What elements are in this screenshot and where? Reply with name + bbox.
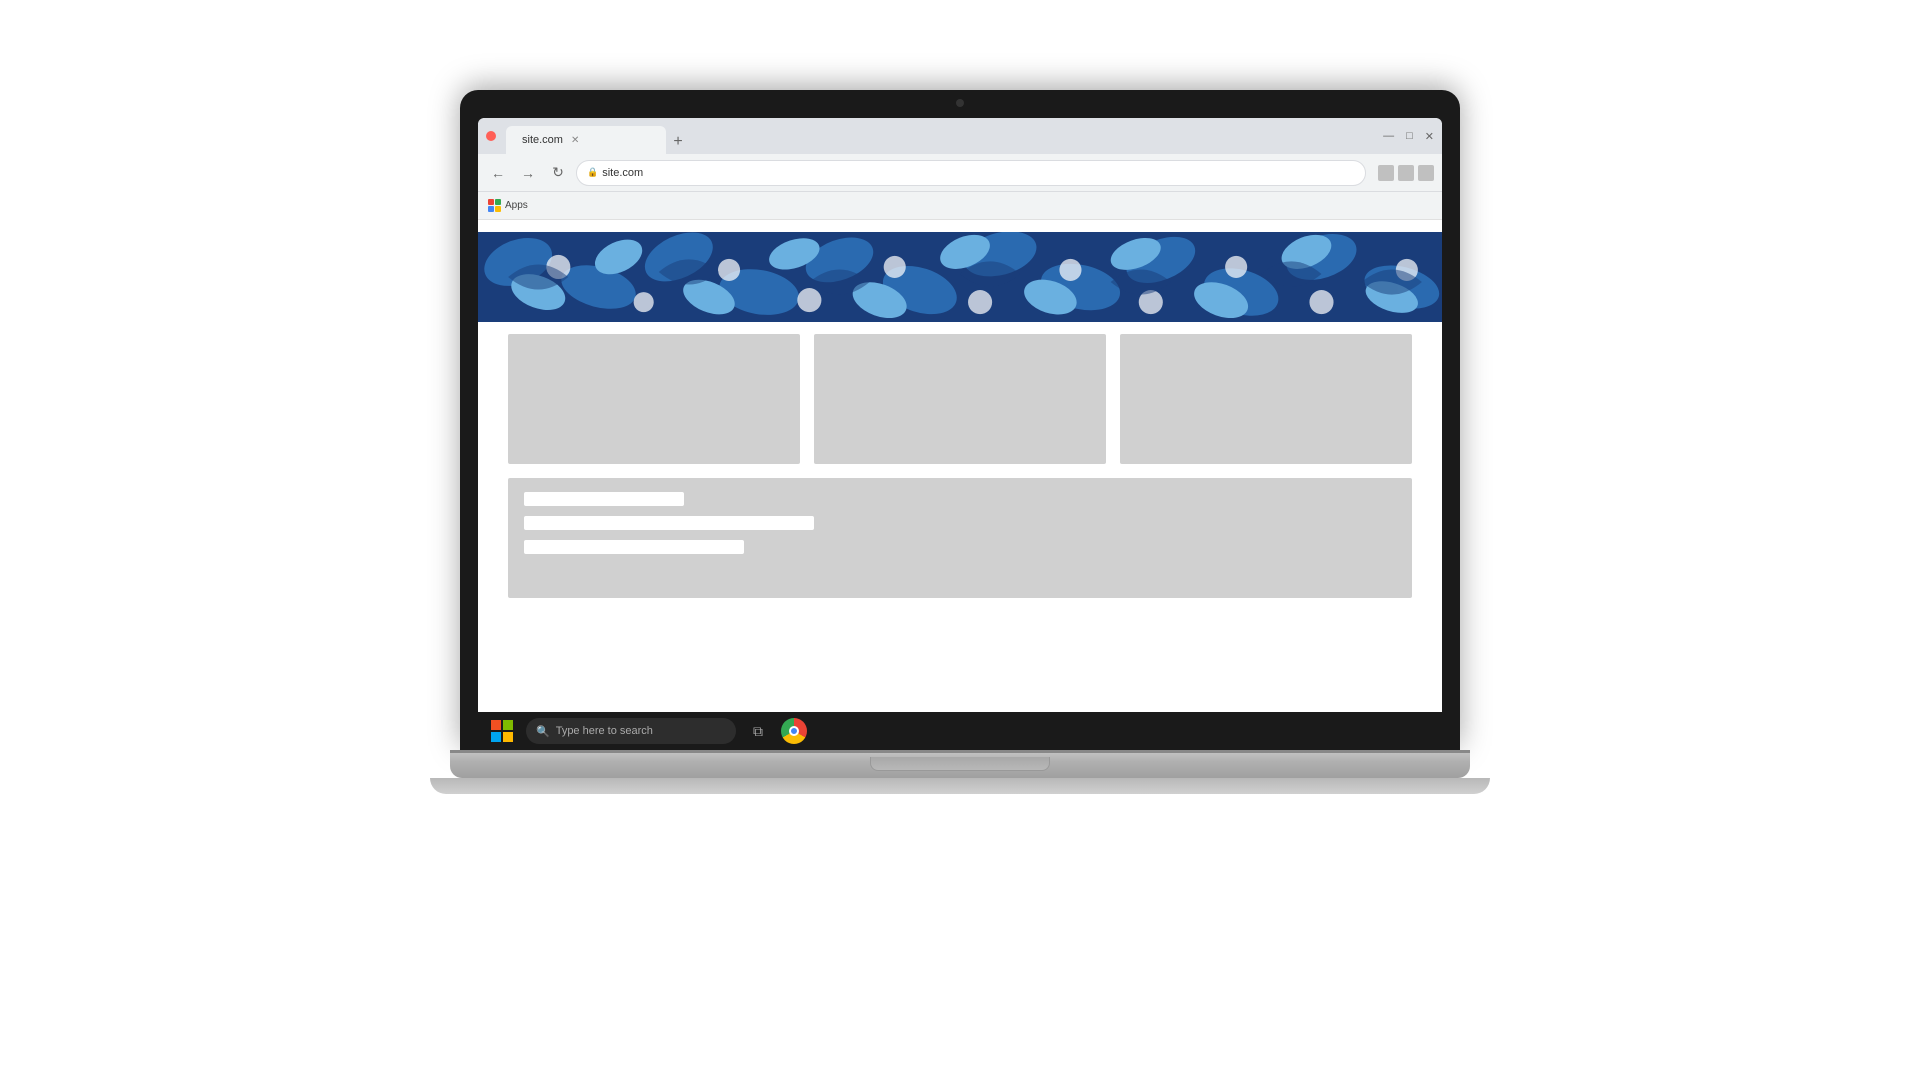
bookmarks-bar: Apps <box>478 192 1442 220</box>
win-logo-blue <box>491 732 501 742</box>
close-window-dot[interactable] <box>486 131 496 141</box>
maximize-button[interactable]: □ <box>1406 130 1413 142</box>
back-button[interactable]: ← <box>486 161 510 185</box>
new-tab-button[interactable]: + <box>666 130 690 154</box>
taskbar-search-placeholder: Type here to search <box>556 725 653 737</box>
win-logo-yellow <box>503 732 513 742</box>
hero-banner <box>478 232 1442 322</box>
close-button[interactable]: ✕ <box>1425 130 1434 143</box>
laptop-foot <box>430 778 1490 794</box>
apps-dot-red <box>488 199 494 205</box>
window-controls: — □ ✕ <box>1383 130 1434 143</box>
windows-logo <box>491 720 513 742</box>
win-logo-green <box>503 720 513 730</box>
address-bar[interactable]: 🔒 site.com <box>576 160 1366 186</box>
laptop-base <box>450 750 1470 778</box>
content-card-3 <box>1120 334 1412 464</box>
apps-grid-icon <box>488 199 501 212</box>
tab-bar: site.com ✕ + <box>506 118 1379 154</box>
apps-label: Apps <box>505 200 528 211</box>
content-grid <box>478 334 1442 464</box>
screen-bezel: site.com ✕ + — □ ✕ ← <box>478 118 1442 750</box>
text-line-2 <box>524 516 814 530</box>
chrome-icon-inner <box>789 726 799 736</box>
address-text: site.com <box>602 167 643 179</box>
laptop: site.com ✕ + — □ ✕ ← <box>410 90 1510 990</box>
extension-icon-1[interactable] <box>1378 165 1394 181</box>
windows-taskbar: 🔍 Type here to search ⧉ <box>478 712 1442 750</box>
taskbar-search-icon: 🔍 <box>536 725 550 738</box>
camera-dot <box>956 99 964 107</box>
chrome-taskbar-icon[interactable] <box>780 717 808 745</box>
website-content <box>478 220 1442 712</box>
extension-icon-3[interactable] <box>1418 165 1434 181</box>
refresh-button[interactable]: ↻ <box>546 161 570 185</box>
forward-button[interactable]: → <box>516 161 540 185</box>
apps-dot-yellow <box>495 206 501 212</box>
text-line-1 <box>524 492 684 506</box>
win-logo-red <box>491 720 501 730</box>
bottom-section <box>508 478 1412 598</box>
browser-window: site.com ✕ + — □ ✕ ← <box>478 118 1442 750</box>
scene: site.com ✕ + — □ ✕ ← <box>0 0 1920 1080</box>
screen-lid: site.com ✕ + — □ ✕ ← <box>460 90 1460 750</box>
text-line-3 <box>524 540 744 554</box>
task-view-icon: ⧉ <box>753 723 763 740</box>
browser-toolbar: ← → ↻ 🔒 site.com <box>478 154 1442 192</box>
apps-bookmark[interactable]: Apps <box>488 199 528 212</box>
tab-close-icon[interactable]: ✕ <box>571 135 579 146</box>
chrome-icon <box>781 718 807 744</box>
trackpad-notch <box>870 757 1050 771</box>
traffic-lights <box>486 131 496 141</box>
extension-icon-2[interactable] <box>1398 165 1414 181</box>
content-card-2 <box>814 334 1106 464</box>
browser-titlebar: site.com ✕ + — □ ✕ <box>478 118 1442 154</box>
start-button[interactable] <box>486 715 518 747</box>
content-card-1 <box>508 334 800 464</box>
apps-dot-green <box>495 199 501 205</box>
tab-label: site.com <box>522 134 563 146</box>
minimize-button[interactable]: — <box>1383 130 1394 142</box>
browser-tab[interactable]: site.com ✕ <box>506 126 666 154</box>
task-view-button[interactable]: ⧉ <box>744 717 772 745</box>
lock-icon: 🔒 <box>587 167 598 178</box>
taskbar-search-bar[interactable]: 🔍 Type here to search <box>526 718 736 744</box>
apps-dot-blue <box>488 206 494 212</box>
